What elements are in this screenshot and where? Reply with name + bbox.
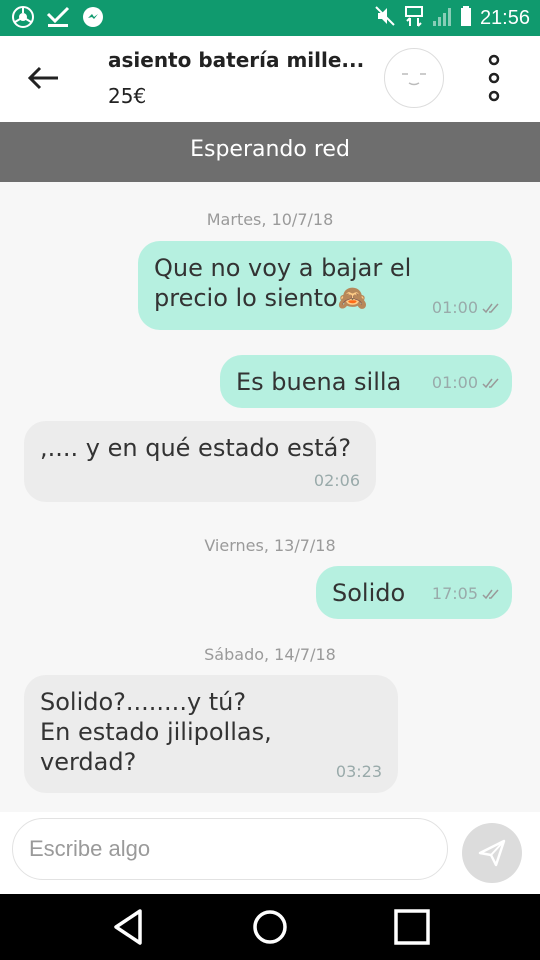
message-text: Es buena silla [236, 368, 402, 396]
date-separator: Martes, 10/7/18 [206, 210, 334, 229]
back-arrow-icon[interactable] [24, 60, 64, 96]
read-ticks-icon [482, 585, 500, 604]
status-icons: 21:56 [374, 5, 530, 31]
message-bubble-incoming[interactable]: ,.... y en qué estado está? 02:06 [24, 421, 376, 502]
nav-recents-icon[interactable] [392, 908, 432, 946]
message-text: Solido [332, 579, 406, 607]
composer-bar: Escribe algo [0, 812, 540, 894]
network-status-banner: Esperando red [0, 122, 540, 182]
listing-title[interactable]: asiento batería mille... [108, 48, 368, 72]
listing-price: 25€ [108, 84, 147, 108]
messenger-icon [82, 6, 104, 32]
message-time: 17:05 [432, 584, 500, 604]
signal-icon [432, 5, 452, 31]
message-bubble-outgoing[interactable]: Que no voy a bajar el precio lo siento🙈 … [138, 241, 512, 330]
download-done-icon [46, 6, 70, 32]
system-navigation-bar [0, 894, 540, 960]
battery-icon [460, 5, 472, 31]
send-button[interactable] [462, 823, 522, 883]
nav-home-icon[interactable] [250, 908, 290, 946]
message-text: Solido?........y tú? [40, 688, 247, 716]
read-ticks-icon [482, 374, 500, 393]
message-text: verdad? [40, 748, 137, 776]
date-separator: Sábado, 14/7/18 [204, 645, 336, 664]
message-bubble-outgoing[interactable]: Es buena silla 01:00 [220, 355, 512, 408]
data-icon [404, 5, 424, 31]
nav-back-icon[interactable] [110, 908, 150, 946]
message-input[interactable]: Escribe algo [12, 818, 448, 880]
message-time: 01:00 [432, 298, 500, 318]
read-ticks-icon [482, 299, 500, 318]
message-bubble-incoming[interactable]: Solido?........y tú? En estado jilipolla… [24, 675, 398, 793]
message-text: En estado jilipollas, [40, 718, 272, 746]
chrome-icon [12, 6, 34, 32]
message-time: 01:00 [432, 373, 500, 393]
message-text: Que no voy a bajar el [154, 254, 412, 282]
date-separator: Viernes, 13/7/18 [204, 536, 336, 555]
notification-icons [12, 6, 104, 32]
message-time: 03:23 [335, 762, 382, 781]
status-bar: 21:56 [0, 0, 540, 36]
message-time: 02:06 [313, 471, 360, 490]
avatar[interactable] [384, 48, 444, 108]
more-options-icon[interactable] [480, 54, 508, 104]
message-text: precio lo siento🙈 [154, 284, 368, 312]
clock: 21:56 [479, 6, 530, 29]
conversation-header: asiento batería mille... 25€ [0, 36, 540, 122]
mute-icon [374, 5, 396, 31]
message-bubble-outgoing[interactable]: Solido 17:05 [316, 566, 512, 619]
send-icon [478, 839, 506, 867]
message-text: ,.... y en qué estado está? [40, 434, 352, 462]
